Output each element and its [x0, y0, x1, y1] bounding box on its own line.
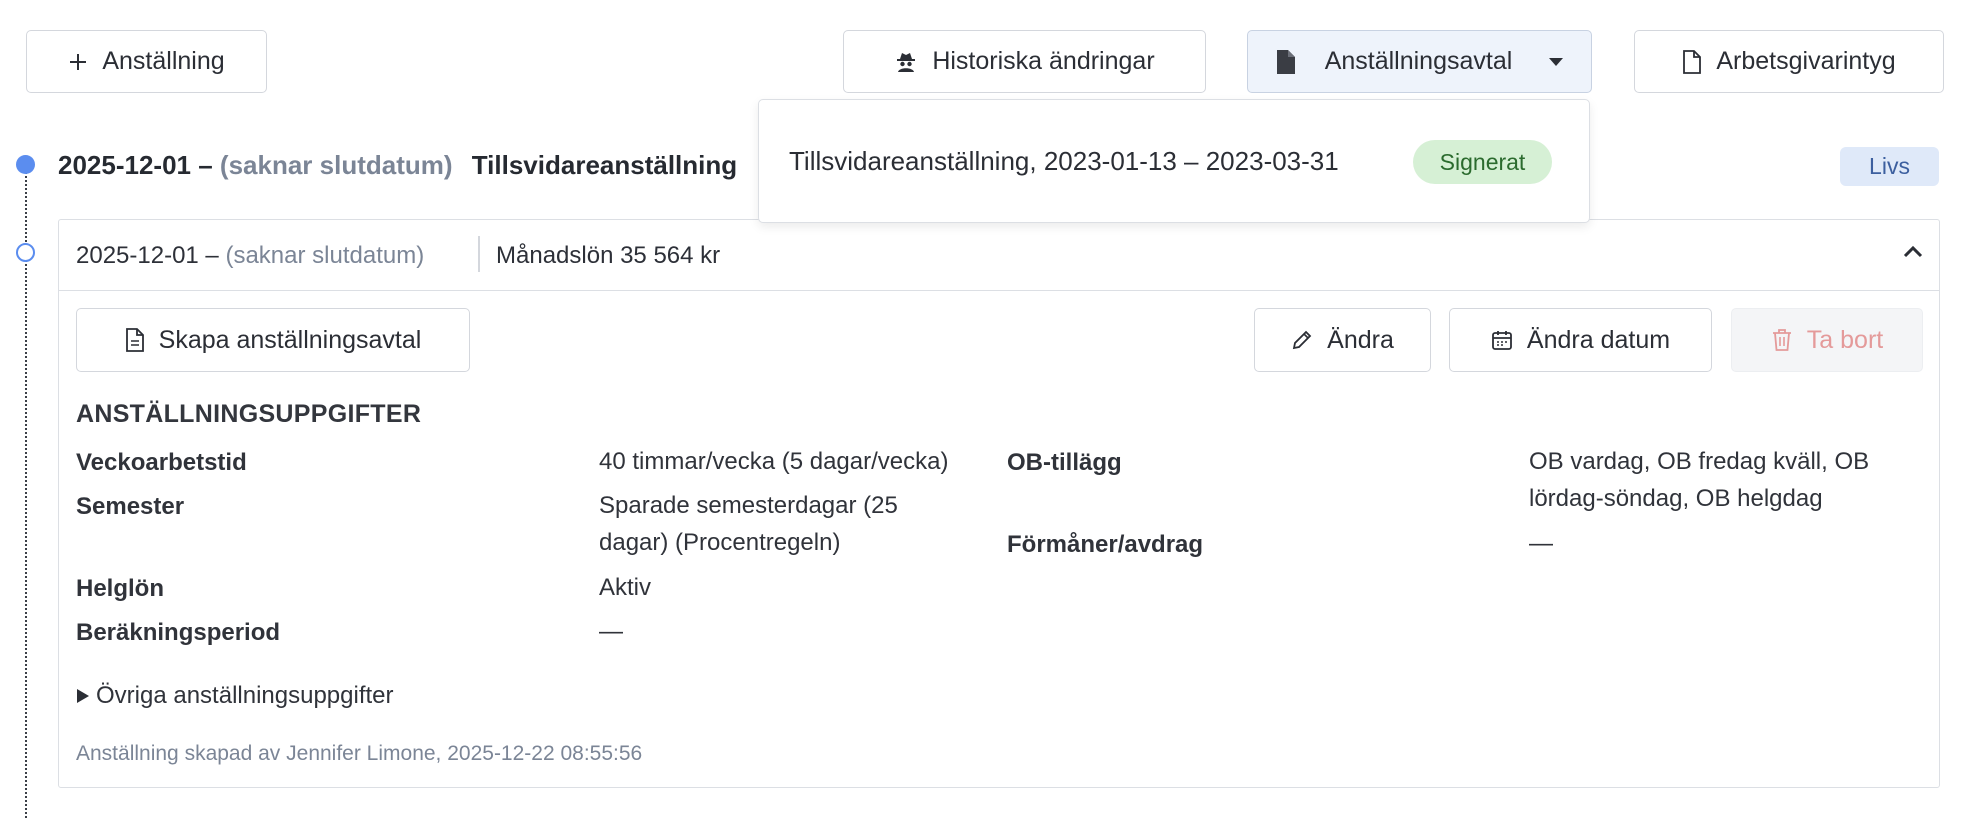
- benefits-value: —: [1529, 530, 1553, 557]
- timeline-line: [25, 168, 27, 818]
- contract-dropdown-menu: Tillsvidareanställning, 2023-01-13 – 202…: [758, 99, 1590, 223]
- triangle-right-icon: [77, 689, 89, 703]
- created-note: Anställning skapad av Jennifer Limone, 2…: [76, 742, 643, 765]
- trash-icon: [1772, 329, 1791, 351]
- ob-label: OB-tillägg: [1007, 449, 1122, 476]
- weekly-hours-label: Veckoarbetstid: [76, 449, 247, 476]
- edit-label: Ändra: [1327, 325, 1394, 354]
- delete-label: Ta bort: [1806, 325, 1884, 354]
- vacation-value: Sparade semesterdagar (25 dagar) (Procen…: [599, 492, 898, 556]
- timeline-dot-active: [16, 155, 35, 174]
- contract-dropdown-button[interactable]: Anställningsavtal: [1247, 30, 1592, 93]
- history-button[interactable]: Historiska ändringar: [843, 30, 1206, 93]
- period-salary: Månadslön 35 564 kr: [496, 242, 721, 269]
- add-employment-button[interactable]: Anställning: [26, 30, 267, 93]
- benefits-label: Förmåner/avdrag: [1007, 531, 1204, 558]
- employment-start: 2025-12-01 –: [58, 150, 213, 180]
- caret-down-icon: [1549, 57, 1564, 66]
- certificate-label: Arbetsgivarintyg: [1716, 47, 1896, 75]
- certificate-button[interactable]: Arbetsgivarintyg: [1634, 30, 1944, 93]
- doc-lines-icon: [125, 328, 144, 352]
- calc-period-label: Beräkningsperiod: [76, 619, 281, 646]
- more-details-label: Övriga anställningsuppgifter: [96, 682, 394, 709]
- period-start: 2025-12-01 –: [76, 242, 219, 269]
- period-dates: 2025-12-01 – (saknar slutdatum): [76, 242, 424, 270]
- create-contract-label: Skapa anställningsavtal: [158, 325, 422, 354]
- file-icon: [1276, 49, 1295, 74]
- section-title: ANSTÄLLNINGSUPPGIFTER: [76, 400, 422, 428]
- period-end: (saknar slutdatum): [225, 242, 425, 269]
- employment-type: Tillsvidareanställning: [471, 150, 738, 180]
- employment-period-card: 2025-12-01 – (saknar slutdatum) Månadslö…: [58, 219, 1940, 788]
- more-details-toggle[interactable]: Övriga anställningsuppgifter: [76, 682, 394, 710]
- calc-period-value: —: [599, 618, 623, 645]
- edit-date-label: Ändra datum: [1526, 325, 1671, 354]
- calendar-icon: [1492, 331, 1512, 350]
- signed-badge: Signerat: [1413, 140, 1552, 184]
- delete-button[interactable]: Ta bort: [1731, 308, 1923, 372]
- holiday-pay-label: Helglön: [76, 575, 164, 602]
- contract-label: Anställningsavtal: [1324, 47, 1513, 75]
- file-outline-icon: [1683, 49, 1702, 74]
- plus-icon: [70, 53, 87, 70]
- edit-date-button[interactable]: Ändra datum: [1449, 308, 1712, 372]
- history-label: Historiska ändringar: [932, 47, 1155, 75]
- chevron-up-icon[interactable]: [1901, 240, 1925, 264]
- add-employment-label: Anställning: [102, 47, 225, 75]
- weekly-hours-value: 40 timmar/vecka (5 dagar/vecka): [599, 448, 949, 475]
- vacation-label: Semester: [76, 493, 185, 520]
- contract-item[interactable]: Tillsvidareanställning, 2023-01-13 – 202…: [789, 146, 1339, 177]
- employment-heading: 2025-12-01 – (saknar slutdatum) Tillsvid…: [58, 150, 737, 181]
- holiday-pay-value: Aktiv: [599, 574, 652, 601]
- spy-icon: [897, 52, 916, 72]
- pencil-icon: [1292, 330, 1312, 350]
- header-divider: [478, 236, 480, 272]
- create-contract-button[interactable]: Skapa anställningsavtal: [76, 308, 470, 372]
- employment-end: (saknar slutdatum): [219, 150, 453, 180]
- edit-button[interactable]: Ändra: [1254, 308, 1431, 372]
- agreement-badge: Livs: [1840, 147, 1939, 186]
- ob-value: OB vardag, OB fredag kväll, OB lördag-sö…: [1529, 448, 1870, 512]
- timeline-dot-period: [16, 243, 35, 262]
- period-header[interactable]: 2025-12-01 – (saknar slutdatum) Månadslö…: [59, 220, 1939, 291]
